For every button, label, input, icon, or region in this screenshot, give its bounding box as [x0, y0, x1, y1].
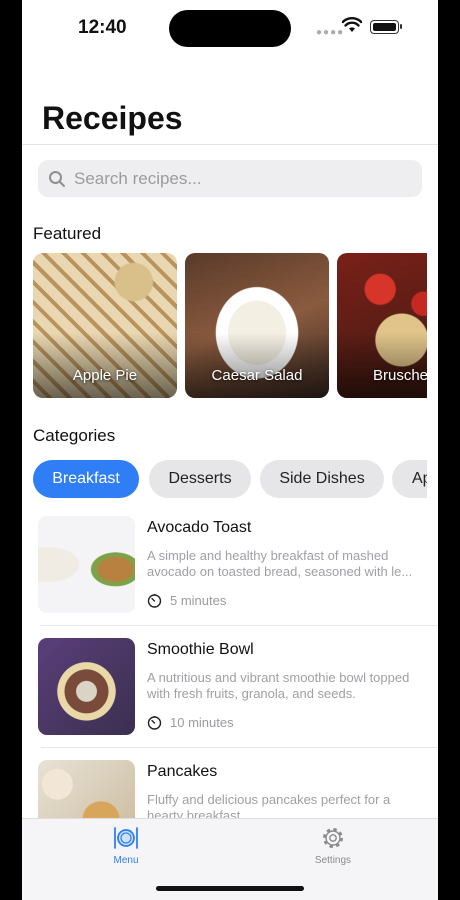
- tab-menu[interactable]: Menu: [86, 825, 166, 866]
- featured-card-caesar-salad[interactable]: Caesar Salad: [185, 253, 329, 398]
- recipe-name: Smoothie Bowl: [147, 641, 254, 658]
- categories-heading: Categories: [33, 426, 116, 445]
- featured-carousel[interactable]: Apple Pie Caesar Salad Brusche: [33, 253, 427, 399]
- recipe-description: A simple and healthy breakfast of mashed…: [147, 548, 413, 579]
- recipe-time-label: 5 minutes: [170, 593, 227, 608]
- category-chips[interactable]: Breakfast Desserts Side Dishes Ap: [33, 460, 427, 498]
- status-time: 12:40: [78, 17, 127, 38]
- page-title: Receipes: [42, 100, 183, 136]
- timer-icon: [147, 594, 162, 608]
- category-chip-side-dishes[interactable]: Side Dishes: [260, 460, 384, 498]
- status-bar: 12:40 ●●●●: [22, 0, 438, 56]
- tab-menu-label: Menu: [113, 855, 139, 866]
- tab-settings[interactable]: Settings: [293, 825, 373, 866]
- featured-card-label: Brusche: [373, 367, 427, 384]
- divider: [41, 625, 438, 626]
- featured-heading: Featured: [33, 224, 102, 243]
- recipe-thumbnail: [38, 516, 135, 613]
- category-chip-desserts[interactable]: Desserts: [149, 460, 251, 498]
- search-bar[interactable]: [38, 160, 422, 197]
- recipe-row[interactable]: Avocado Toast A simple and healthy break…: [38, 516, 438, 638]
- recipe-description: A nutritious and vibrant smoothie bowl t…: [147, 670, 410, 701]
- divider: [41, 747, 438, 748]
- category-chip-breakfast[interactable]: Breakfast: [33, 460, 139, 498]
- divider: [22, 144, 438, 145]
- search-input[interactable]: [74, 168, 394, 189]
- recipe-time: 5 minutes: [147, 593, 226, 608]
- search-icon: [49, 170, 65, 187]
- recipe-row[interactable]: Smoothie Bowl A nutritious and vibrant s…: [38, 638, 438, 760]
- category-chip-appetizers[interactable]: Ap: [392, 460, 427, 498]
- home-indicator: [156, 886, 304, 891]
- dynamic-island: [169, 10, 291, 47]
- recipe-time: 10 minutes: [147, 715, 234, 730]
- featured-card-bruschetta[interactable]: Brusche: [337, 253, 427, 398]
- battery-icon: [370, 20, 402, 34]
- signal-icon: ●●●●: [316, 27, 345, 38]
- tab-settings-label: Settings: [314, 855, 352, 866]
- featured-card-label: Apple Pie: [72, 367, 138, 384]
- featured-card-apple-pie[interactable]: Apple Pie: [33, 253, 177, 398]
- app-screen: 12:40 ●●●● Receipes Featured Apple Pie C…: [22, 0, 438, 900]
- menu-plate-icon: [114, 827, 138, 849]
- recipe-name: Pancakes: [147, 763, 218, 780]
- recipe-name: Avocado Toast: [147, 519, 252, 536]
- recipe-thumbnail: [38, 638, 135, 735]
- featured-card-label: Caesar Salad: [211, 367, 303, 384]
- wifi-icon: [342, 17, 362, 32]
- timer-icon: [147, 716, 162, 730]
- recipe-time-label: 10 minutes: [170, 715, 234, 730]
- gear-icon: [323, 828, 343, 848]
